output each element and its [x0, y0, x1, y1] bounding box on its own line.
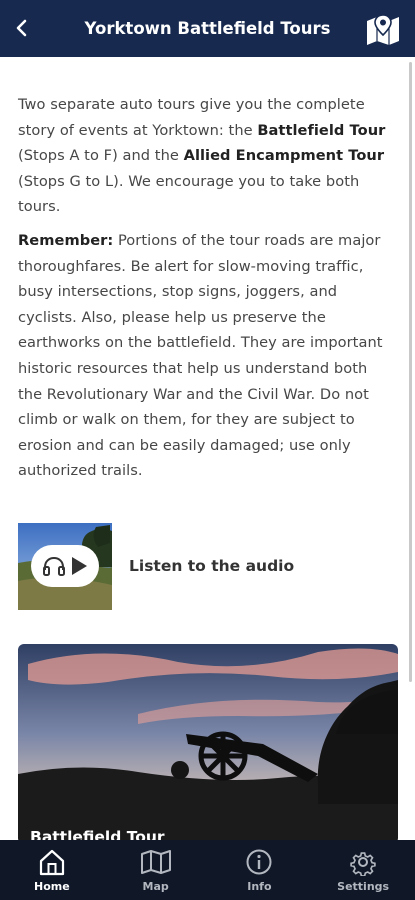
map-button[interactable] — [365, 12, 401, 46]
audio-thumbnail[interactable] — [18, 522, 112, 610]
audio-label[interactable]: Listen to the audio — [129, 557, 294, 575]
nav-label-info: Info — [247, 880, 272, 893]
bottom-nav: Home Map Info Settings — [0, 840, 415, 900]
play-audio-button[interactable] — [31, 544, 99, 587]
nav-item-home[interactable]: Home — [0, 840, 104, 900]
play-icon — [72, 556, 87, 575]
info-icon — [246, 849, 272, 875]
gear-icon — [350, 852, 376, 876]
nav-label-settings: Settings — [337, 880, 390, 893]
back-button[interactable] — [8, 13, 36, 43]
map-pin-icon — [367, 14, 399, 45]
nav-item-map[interactable]: Map — [104, 840, 208, 900]
app-header: Yorktown Battlefield Tours — [0, 0, 415, 57]
cannon-sunset-image — [18, 644, 398, 844]
nav-label-home: Home — [34, 880, 70, 893]
map-icon — [140, 850, 171, 874]
nav-item-info[interactable]: Info — [208, 840, 312, 900]
remember-paragraph: Remember: Portions of the tour roads are… — [18, 231, 383, 480]
nav-item-settings[interactable]: Settings — [311, 840, 415, 900]
nav-label-map: Map — [142, 880, 169, 893]
chevron-left-icon — [16, 19, 27, 37]
battlefield-tour-card[interactable]: Battlefield Tour — [18, 644, 398, 844]
scrollbar[interactable] — [409, 62, 412, 682]
intro-paragraph: Two separate auto tours give you the com… — [18, 96, 386, 216]
headphones-icon — [43, 556, 65, 576]
audio-row[interactable]: Listen to the audio — [18, 522, 398, 610]
tour-description: Two separate auto tours give you the com… — [18, 92, 390, 492]
home-icon — [39, 849, 64, 876]
page-title: Yorktown Battlefield Tours — [84, 19, 331, 38]
